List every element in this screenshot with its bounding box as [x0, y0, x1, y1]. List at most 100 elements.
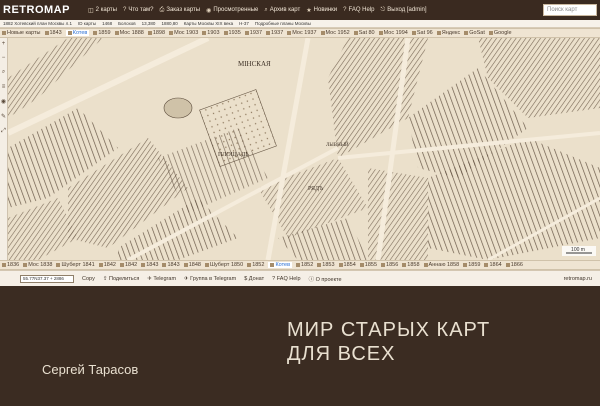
nav-viewed[interactable]: ◉ Просмотренные — [206, 7, 258, 14]
search-icon[interactable]: ⌕ — [2, 69, 5, 76]
timeline-item[interactable]: Google — [488, 30, 512, 36]
layers-icon[interactable]: ≡ — [2, 84, 6, 90]
timeline-item[interactable]: 1937 — [266, 30, 283, 36]
timeline-item[interactable]: 1852 — [296, 262, 313, 268]
timeline-item[interactable]: 1856 — [381, 262, 398, 268]
map-thumb-icon — [2, 31, 6, 35]
map-canvas[interactable]: МIНСКАЯ ПЛОЩАДЬ РЯДЪ ЛЫВНЫЙ 100 m — [8, 38, 600, 260]
timeline-item[interactable]: 1935 — [223, 30, 241, 36]
map-thumb-icon — [402, 263, 407, 267]
timeline-item[interactable]: 1843 — [141, 262, 158, 268]
headline: МИР СТАРЫХ КАРТ ДЛЯ ВСЕХ — [287, 319, 491, 365]
site-link[interactable]: retromap.ru — [564, 276, 592, 282]
map-thumb-icon — [67, 31, 72, 35]
map-thumb-icon — [202, 31, 207, 35]
map-thumb-icon — [93, 31, 98, 35]
map-scale: 100 m — [571, 247, 585, 253]
map-thumb-icon — [436, 31, 441, 35]
nav-what-there[interactable]: ? Что там? — [123, 7, 154, 13]
nav-news[interactable]: ★ Новинки — [306, 7, 337, 14]
timeline-item[interactable]: 1858 — [402, 262, 420, 268]
timeline-item[interactable]: Аннаю 1858 — [423, 262, 459, 268]
timeline-item[interactable]: 1859 — [93, 30, 111, 36]
donate-link[interactable]: $ Донат — [244, 276, 264, 282]
timeline-item[interactable]: Шуберт 1850 — [204, 262, 243, 268]
timeline-item[interactable]: Мос 1994 — [378, 30, 408, 36]
map-thumb-icon — [223, 31, 228, 35]
map-thumb-icon — [464, 31, 469, 35]
map-thumb-icon — [98, 263, 103, 267]
timeline-item[interactable]: Новые карты — [2, 30, 41, 36]
timeline-item[interactable]: Котев — [268, 262, 293, 268]
map-thumb-icon — [56, 263, 61, 267]
retromap-logo[interactable]: RETROMAP — [3, 4, 70, 16]
zoom-in-icon[interactable]: + — [2, 41, 6, 47]
author-name: Сергей Тарасов — [42, 362, 139, 377]
map-thumb-icon — [114, 31, 119, 35]
timeline-item[interactable]: 1866 — [505, 262, 523, 268]
nav-order-map[interactable]: ⎙ Заказ карты — [160, 7, 201, 14]
timeline-item[interactable]: 1903 — [202, 30, 220, 36]
timeline-item[interactable]: Мос 1952 — [320, 30, 350, 36]
map-thumb-icon — [287, 31, 292, 35]
map-thumb-icon — [266, 31, 271, 35]
timeline-item[interactable]: 1842 — [98, 262, 116, 268]
timeline-item[interactable]: Мос 1903 — [169, 30, 198, 36]
timeline-item[interactable]: Котев — [65, 30, 90, 36]
map-view[interactable]: МIНСКАЯ ПЛОЩАДЬ РЯДЪ ЛЫВНЫЙ 100 m — [8, 38, 600, 260]
timeline-item[interactable]: Яндекс — [436, 30, 460, 36]
timeline-item[interactable]: 1898 — [147, 30, 165, 36]
timeline-item[interactable]: 1843 — [44, 30, 62, 36]
map-thumb-icon — [183, 263, 188, 267]
search-input[interactable]: Поиск карт — [543, 4, 597, 16]
map-thumb-icon — [338, 263, 343, 267]
map-thumb-icon — [484, 263, 489, 267]
share-link[interactable]: ⇪ Поделиться — [103, 276, 140, 282]
print-icon: ⎙ — [159, 6, 165, 13]
timeline-item[interactable]: 1848 — [183, 262, 201, 268]
timeline-item[interactable]: 1859 — [463, 262, 480, 268]
zoom-out-icon[interactable]: − — [2, 55, 6, 61]
timeline-item[interactable]: 1843 — [162, 262, 180, 268]
nav-logout[interactable]: ⎋ Выход [admin] — [381, 7, 427, 14]
info-icon: ⓘ — [308, 276, 316, 283]
map-label-square: МIНСКАЯ — [238, 60, 271, 68]
map-thumb-icon — [423, 263, 428, 267]
timeline-item[interactable]: GoSat — [464, 30, 485, 36]
timeline-item[interactable]: 1855 — [359, 262, 377, 268]
coords-field[interactable]: 55.77N37.37 + 2886 — [20, 274, 74, 283]
timeline-item[interactable]: Мос 1838 — [23, 262, 52, 268]
map-thumb-icon — [353, 31, 358, 35]
map-thumb-icon — [162, 263, 167, 267]
map-thumb-icon — [317, 263, 322, 267]
map-thumb-icon — [296, 263, 301, 267]
timeline-item[interactable]: 1937 — [244, 30, 262, 36]
timeline-item[interactable]: Sat 96 — [411, 30, 433, 36]
timeline-item[interactable]: 1852 — [247, 262, 264, 268]
timeline-item[interactable]: 1842 — [119, 262, 137, 268]
timeline-item[interactable]: Sat 80 — [353, 30, 375, 36]
nav-archive[interactable]: ⌕ Архив карт — [264, 7, 300, 14]
copy-button[interactable]: Copy — [82, 276, 95, 282]
timeline-item[interactable]: 1853 — [317, 262, 335, 268]
group-link[interactable]: ✈ Группа в Telegram — [184, 276, 236, 282]
timeline-item[interactable]: Мос 1937 — [287, 30, 317, 36]
nav-two-maps[interactable]: ◫ 2 карты — [88, 7, 117, 14]
eye-icon: ◉ — [206, 7, 212, 14]
eye-icon[interactable]: ◉ — [1, 98, 6, 105]
timeline-item[interactable]: Мос 1888 — [114, 30, 144, 36]
faq-link[interactable]: ? FAQ Help — [272, 276, 300, 282]
telegram-link[interactable]: ✈ Telegram — [147, 276, 176, 282]
two-maps-icon: ◫ — [87, 7, 94, 14]
timeline-item[interactable]: 1836 — [2, 262, 19, 268]
fullscreen-icon[interactable]: ⤢ — [1, 128, 6, 135]
about-link[interactable]: ⓘ О проекте — [309, 275, 342, 283]
timeline-item[interactable]: Шуберт 1841 — [56, 262, 95, 268]
ruler-icon[interactable]: ✎ — [1, 113, 6, 120]
nav-faq[interactable]: ? FAQ Help — [343, 7, 374, 13]
search-icon: ⌕ — [264, 6, 268, 13]
timeline-item[interactable]: 1864 — [484, 262, 502, 268]
map-thumb-icon — [381, 263, 386, 267]
map-thumb-icon — [270, 263, 275, 267]
timeline-item[interactable]: 1854 — [338, 262, 356, 268]
